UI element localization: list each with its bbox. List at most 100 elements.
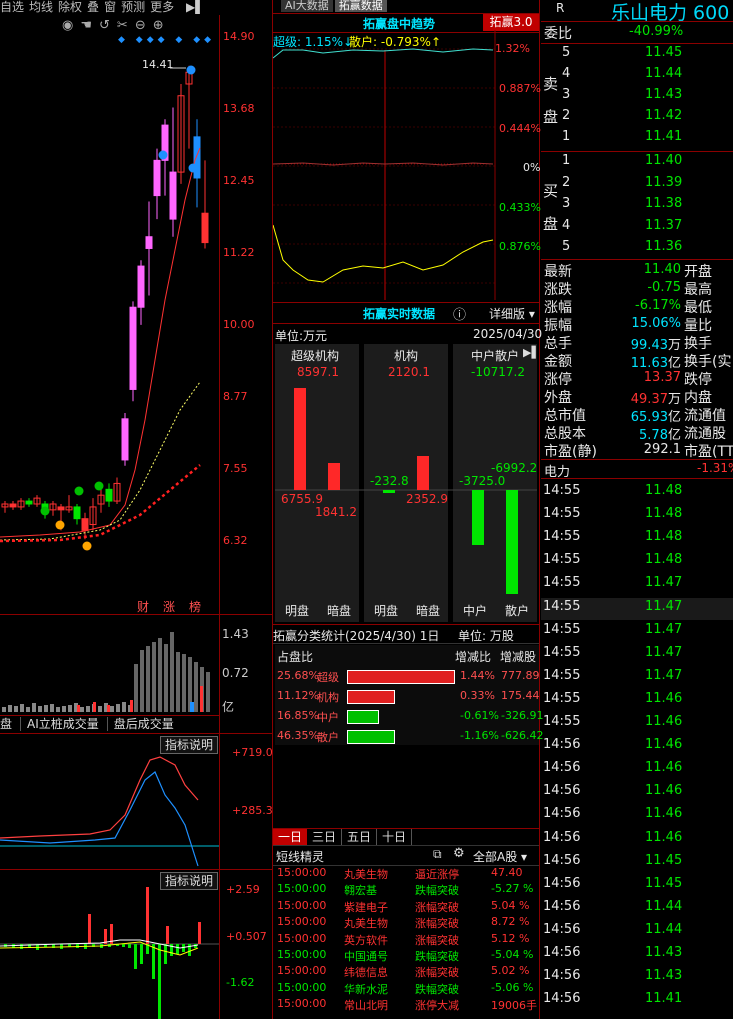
- macd-bar: [140, 944, 143, 964]
- tick-row: 14:55 11.47: [541, 644, 733, 666]
- news-stock[interactable]: 中国通号: [344, 948, 388, 964]
- detail-dropdown[interactable]: 详细版 ▾: [489, 305, 535, 322]
- candle: [201, 212, 209, 244]
- news-stock[interactable]: 丸美生物: [344, 866, 388, 882]
- news-time: 15:00:00: [277, 898, 327, 912]
- tick-row: 14:56 11.46: [541, 829, 733, 851]
- gear-icon[interactable]: ⚙: [453, 846, 465, 861]
- tick-time: 14:56: [543, 945, 581, 960]
- side-char: 买: [543, 182, 559, 200]
- volume-bar: [170, 632, 174, 712]
- market-filter-dropdown[interactable]: 全部A股 ▾: [473, 848, 527, 865]
- rt-header: 拓赢实时数据 ⓘ 详细版 ▾: [273, 302, 539, 324]
- macd-bar: [76, 944, 79, 948]
- tick-price: 11.46: [645, 737, 683, 753]
- news-value: 5.02 %: [491, 964, 530, 978]
- indicator-help-button[interactable]: 指标说明: [160, 872, 218, 890]
- bar-small-retail: [506, 490, 518, 594]
- stat-key2: 开盘: [684, 264, 712, 280]
- tick-row: 14:56 11.45: [541, 875, 733, 897]
- volume-bar: [107, 705, 110, 712]
- news-stock[interactable]: 丸美生物: [344, 915, 388, 931]
- stat-name: 中户: [317, 711, 339, 724]
- tab-1d[interactable]: 一日: [273, 829, 308, 845]
- news-stock[interactable]: 紫建电子: [344, 899, 388, 915]
- info-icon[interactable]: ⓘ: [453, 304, 466, 323]
- macd-bar: [166, 926, 169, 944]
- right-panel: R 乐山电力 600 委比 -40.99% 卖盘 5 11.45 4 11.44 3 11…: [541, 0, 733, 1019]
- tab-tuoying-data[interactable]: 拓赢数据: [334, 0, 387, 12]
- news-event: 涨幅突破: [415, 933, 459, 947]
- tick-time: 14:55: [543, 552, 581, 568]
- tick-time: 14:56: [543, 783, 581, 799]
- limit-up-tag[interactable]: 涨: [163, 600, 175, 614]
- finance-tag[interactable]: 财: [137, 600, 149, 614]
- stat-key: 振幅: [544, 318, 572, 334]
- volume-bar: [56, 707, 60, 712]
- tab-10d[interactable]: 十日: [377, 829, 413, 845]
- stat-key: 涨幅: [544, 300, 572, 316]
- stat-unit: 亿: [667, 410, 681, 425]
- expand-icon[interactable]: ⧉: [433, 847, 442, 862]
- tick-time: 14:55: [543, 483, 581, 498]
- stat-ratio: 0.33%: [460, 689, 495, 702]
- macd-bar: [198, 922, 201, 944]
- candle: [121, 418, 129, 461]
- news-stock[interactable]: 纬德信息: [344, 964, 388, 980]
- tab-pan[interactable]: 盘: [0, 717, 22, 731]
- indicator-help-button[interactable]: 指标说明: [160, 736, 218, 754]
- volume-bar: [62, 706, 66, 712]
- stat-key: 总股本: [544, 426, 586, 442]
- tick-time: 14:56: [543, 806, 581, 822]
- news-time: 15:00:00: [277, 948, 327, 961]
- ask-price: 11.45: [645, 45, 683, 60]
- tick-row: 14:55 11.47: [541, 621, 733, 643]
- tick-row: 14:55 11.46: [541, 713, 733, 735]
- trend-version-badge[interactable]: 拓赢3.0: [483, 14, 539, 31]
- macd-bar: [164, 944, 167, 964]
- ask-price: 11.41: [645, 129, 683, 144]
- detail-label: 详细版: [489, 307, 526, 321]
- volume-bar: [26, 707, 30, 712]
- stat-pct: 16.85%: [277, 709, 319, 722]
- bid-price: 11.40: [645, 153, 683, 168]
- tab-ai-volume[interactable]: AI立桩成交量: [21, 717, 108, 731]
- signal-marker: [40, 506, 50, 516]
- price-label: 13.68: [223, 102, 255, 115]
- tick-time: 14:55: [543, 690, 581, 706]
- stat-key2: 流通值: [684, 408, 726, 424]
- bid-price: 11.37: [645, 217, 683, 233]
- list-tag[interactable]: 榜: [189, 600, 201, 614]
- volume-bar: [116, 704, 120, 712]
- news-stock[interactable]: 常山北明: [344, 997, 388, 1013]
- tick-time: 14:55: [543, 644, 581, 660]
- tab-3d[interactable]: 三日: [307, 829, 343, 845]
- tab-5d[interactable]: 五日: [342, 829, 378, 845]
- tick-time: 14:55: [543, 621, 581, 637]
- macd-bar: [176, 944, 179, 954]
- tick-time: 14:56: [543, 829, 581, 845]
- volume-bar: [206, 672, 210, 712]
- news-value: 5.12 %: [491, 931, 530, 945]
- tab-after-hours-volume[interactable]: 盘后成交量: [108, 717, 180, 731]
- macd-bar: [152, 944, 155, 979]
- tick-row: 14:56 11.46: [541, 736, 733, 758]
- data-tabs: AI大数据 拓赢数据: [273, 0, 541, 13]
- stat-key2: 流通股: [684, 426, 726, 442]
- chevron-down-icon: ▾: [525, 307, 535, 321]
- news-stock[interactable]: 华新水泥: [344, 981, 388, 997]
- news-value: -5.04 %: [491, 948, 534, 961]
- volume-bar: [182, 654, 186, 712]
- news-stock[interactable]: 翱宏基: [344, 882, 377, 898]
- stat-value: 99.43万: [603, 334, 681, 353]
- candle: [137, 265, 145, 308]
- tick-price: 11.46: [645, 760, 683, 776]
- tab-ai-data[interactable]: AI大数据: [281, 0, 333, 12]
- stat-key: 总市值: [544, 408, 586, 424]
- news-stock[interactable]: 英方软件: [344, 932, 388, 948]
- vol-unit: 亿: [222, 700, 235, 714]
- stat-title: 拓赢分类统计(2025/4/30) 1日: [273, 629, 440, 643]
- tick-row: 14:55 11.48: [541, 505, 733, 527]
- stat-key2: 最高: [684, 282, 712, 298]
- volume-bar: [134, 664, 138, 712]
